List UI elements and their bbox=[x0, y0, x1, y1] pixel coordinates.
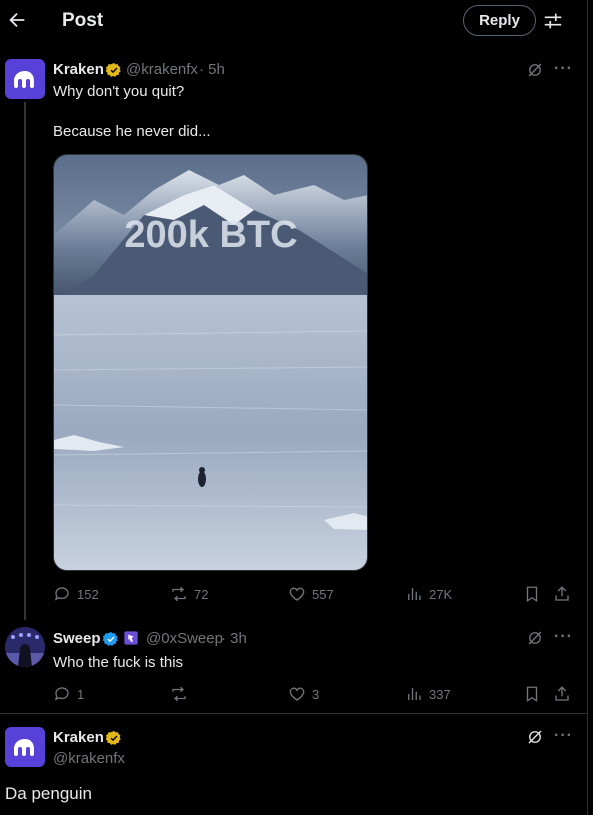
post-image[interactable]: 200k BTC bbox=[53, 154, 368, 571]
verified-gold-icon bbox=[106, 63, 121, 77]
like-action[interactable]: 557 bbox=[288, 585, 334, 603]
reply-action[interactable]: 152 bbox=[53, 585, 99, 603]
kraken-logo-icon bbox=[14, 71, 34, 88]
avatar[interactable] bbox=[5, 59, 45, 99]
more-options-icon[interactable]: ··· bbox=[554, 727, 573, 745]
bookmark-icon[interactable] bbox=[523, 685, 541, 703]
back-arrow-icon[interactable] bbox=[6, 9, 28, 31]
post-view: Post Reply Kraken @krakenfx · 5h ··· Why… bbox=[0, 0, 588, 815]
post-text: Because he never did... bbox=[53, 123, 211, 140]
author-handle[interactable]: @krakenfx bbox=[53, 750, 125, 767]
reply-action[interactable]: 1 bbox=[53, 685, 84, 703]
thread-line bbox=[24, 102, 26, 620]
like-action[interactable]: 3 bbox=[288, 685, 319, 703]
divider bbox=[0, 713, 588, 714]
reply-count: 1 bbox=[77, 686, 85, 702]
bookmark-icon[interactable] bbox=[523, 585, 541, 603]
views-action[interactable]: 27K bbox=[405, 585, 452, 603]
grok-icon[interactable] bbox=[526, 728, 544, 746]
post-text: Who the fuck is this bbox=[53, 654, 184, 671]
repost-icon bbox=[172, 586, 186, 602]
heart-icon bbox=[289, 687, 305, 701]
views-icon bbox=[408, 588, 421, 600]
more-options-icon[interactable]: ··· bbox=[554, 628, 573, 646]
views-count: 337 bbox=[429, 686, 451, 702]
reply-icon bbox=[54, 587, 69, 601]
verified-blue-icon bbox=[103, 632, 118, 646]
views-count: 27K bbox=[429, 586, 453, 602]
verified-gold-icon bbox=[106, 731, 121, 745]
share-icon[interactable] bbox=[553, 585, 571, 603]
kraken-logo-icon bbox=[14, 739, 34, 756]
author-name[interactable]: Kraken bbox=[53, 729, 104, 746]
affiliate-icon bbox=[124, 631, 138, 645]
post-time[interactable]: · 5h bbox=[199, 61, 225, 78]
reply-icon bbox=[54, 687, 69, 701]
views-action[interactable]: 337 bbox=[405, 685, 451, 703]
like-count: 557 bbox=[312, 586, 334, 602]
post-time[interactable]: · 3h bbox=[221, 630, 247, 647]
repost-count: 72 bbox=[194, 586, 209, 602]
author-name[interactable]: Sweep bbox=[53, 630, 101, 647]
heart-icon bbox=[289, 587, 305, 601]
like-count: 3 bbox=[312, 686, 320, 702]
author-handle[interactable]: @krakenfx bbox=[126, 61, 198, 78]
sweep-avatar-image bbox=[5, 627, 45, 667]
author-name[interactable]: Kraken bbox=[53, 61, 104, 78]
grok-icon[interactable] bbox=[526, 61, 544, 79]
share-icon[interactable] bbox=[553, 685, 571, 703]
header: Post Reply bbox=[0, 0, 588, 42]
views-icon bbox=[408, 688, 421, 700]
sliders-icon[interactable] bbox=[542, 10, 564, 32]
grok-icon[interactable] bbox=[526, 629, 544, 647]
repost-action[interactable]: 72 bbox=[170, 585, 208, 603]
post-text: Da penguin bbox=[5, 784, 92, 803]
repost-icon bbox=[172, 686, 186, 702]
page-title: Post bbox=[62, 10, 104, 31]
post-text: Why don't you quit? bbox=[53, 83, 185, 100]
reply-button[interactable]: Reply bbox=[463, 5, 536, 36]
avatar[interactable] bbox=[5, 627, 45, 667]
more-options-icon[interactable]: ··· bbox=[554, 60, 573, 78]
repost-action[interactable] bbox=[170, 685, 194, 703]
media-text: 200k BTC bbox=[124, 214, 297, 256]
author-handle[interactable]: @0xSweep bbox=[146, 630, 223, 647]
reply-count: 152 bbox=[77, 586, 99, 602]
avatar[interactable] bbox=[5, 727, 45, 767]
mountain-penguin-image: 200k BTC bbox=[54, 155, 367, 570]
